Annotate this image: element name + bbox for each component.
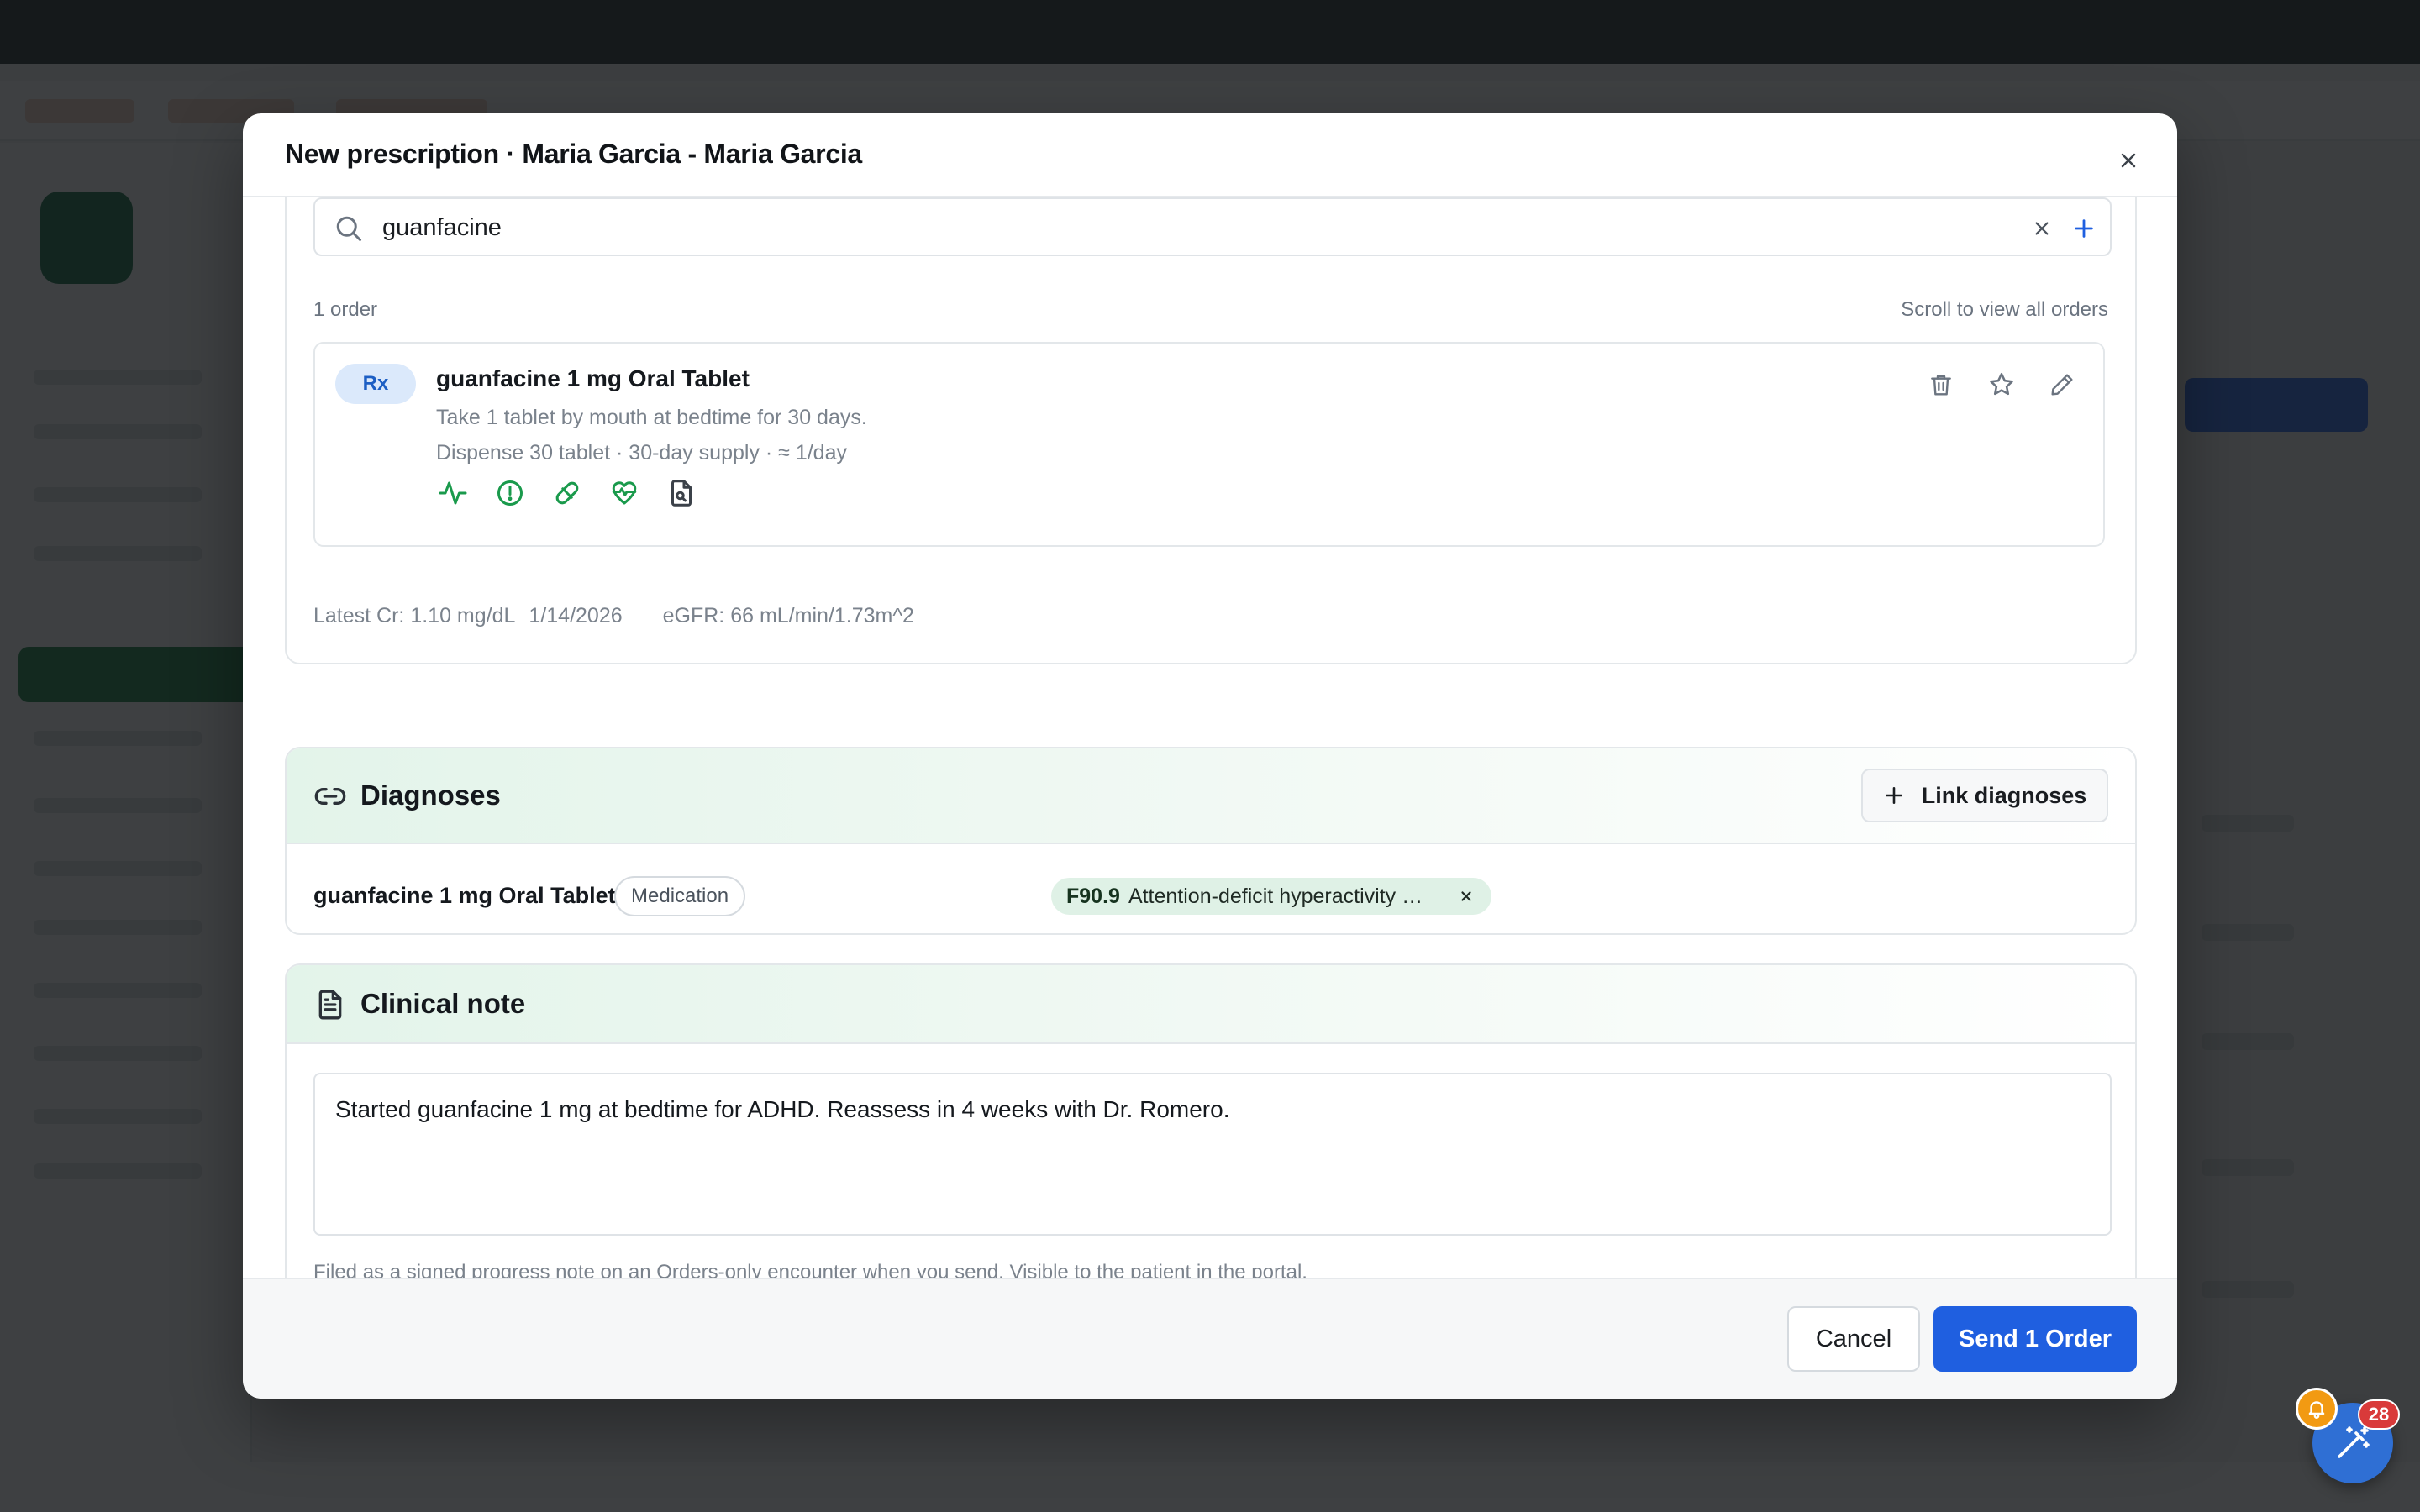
clinical-note-header: Clinical note [287,965,2135,1044]
close-icon [2121,153,2136,168]
link-icon [314,788,346,805]
clinical-note-section: Clinical note Started guanfacine 1 mg at… [285,963,2137,1306]
pencil-icon [2051,374,2073,396]
alert-circle-icon[interactable] [493,476,527,510]
close-icon [1461,891,1471,901]
creatinine-date: 1/14/2026 [529,604,623,627]
favorite-order-button[interactable] [1986,369,2018,401]
order-check-icons [436,476,698,510]
order-sig: Take 1 tablet by mouth at bedtime for 30… [436,406,867,429]
order-item[interactable]: Rx guanfacine 1 mg Oral Tablet Take 1 ta… [313,342,2105,547]
notification-count-badge: 28 [2358,1399,2400,1430]
cancel-button[interactable]: Cancel [1787,1306,1920,1372]
orders-section: 1 order Scroll to view all orders Rx gua… [285,197,2137,664]
trash-icon [1931,375,1951,396]
remove-diagnosis-button[interactable] [1456,886,1476,906]
diagnosis-medication: guanfacine 1 mg Oral Tablet [313,883,616,908]
clinical-note-title: Clinical note [360,988,526,1019]
edit-order-button[interactable] [2046,369,2078,401]
link-diagnoses-button[interactable]: Link diagnoses [1861,769,2108,822]
delete-order-button[interactable] [1925,369,1957,401]
labs-spacer [636,604,650,628]
clear-search-button[interactable] [2028,214,2056,243]
clinical-note-textarea[interactable]: Started guanfacine 1 mg at bedtime for A… [313,1073,2112,1236]
document-icon [318,990,342,1020]
diagnosis-type-badge: Medication [614,876,746,916]
bell-icon [2308,1401,2325,1419]
diagnoses-section: Diagnoses Link diagnoses guanfacine 1 mg… [285,747,2137,935]
renal-labs: Latest Cr: 1.10 mg/dL 1/14/2026 eGFR: 66… [313,604,914,628]
diagnosis-code: F90.9 [1066,884,1120,908]
rx-badge: Rx [335,364,416,404]
diagnosis-chip[interactable]: F90.9 Attention-deficit hyperactivity … [1051,878,1491,915]
heart-pulse-icon[interactable] [608,476,641,510]
order-actions [1925,369,2078,401]
dialog-footer: Cancel Send 1 Order [243,1278,2177,1399]
diagnoses-title: Diagnoses [360,780,501,811]
medication-search-input[interactable] [382,209,1979,246]
creatinine-value: Latest Cr: 1.10 mg/dL [313,604,516,627]
search-icon [336,216,361,241]
scroll-hint: Scroll to view all orders [1901,298,2108,321]
document-search-icon[interactable] [665,476,698,510]
diagnoses-header: Diagnoses Link diagnoses [287,748,2135,844]
diagnosis-description: Attention-deficit hyperactivity … [1128,884,1423,908]
medication-search [313,197,2112,256]
magic-wand-icon [2338,1426,2370,1458]
pill-icon[interactable] [550,476,584,510]
diagnosis-row: guanfacine 1 mg Oral Tablet Medication F… [313,876,2112,918]
activity-icon[interactable] [436,476,470,510]
order-count: 1 order [313,298,378,321]
dialog-title: New prescription · Maria Garcia - Maria … [285,139,862,169]
plus-icon [1885,787,1902,804]
add-order-button[interactable] [2068,213,2100,244]
new-prescription-dialog: New prescription · Maria Garcia - Maria … [243,113,2177,1399]
dialog-body[interactable]: 1 order Scroll to view all orders Rx gua… [243,197,2177,1388]
egfr-value: eGFR: 66 mL/min/1.73m^2 [662,604,914,627]
notification-bell[interactable] [2296,1388,2338,1430]
star-icon [1990,372,2013,396]
plus-icon [2075,219,2093,238]
link-diagnoses-label: Link diagnoses [1921,782,2087,808]
close-button[interactable] [2113,145,2144,176]
order-dispense: Dispense 30 tablet · 30-day supply · ≈ 1… [436,441,847,465]
dialog-header: New prescription · Maria Garcia - Maria … [243,113,2177,197]
clear-icon [2035,222,2049,235]
order-medication-name: guanfacine 1 mg Oral Tablet [436,365,750,391]
send-order-button[interactable]: Send 1 Order [1933,1306,2137,1372]
